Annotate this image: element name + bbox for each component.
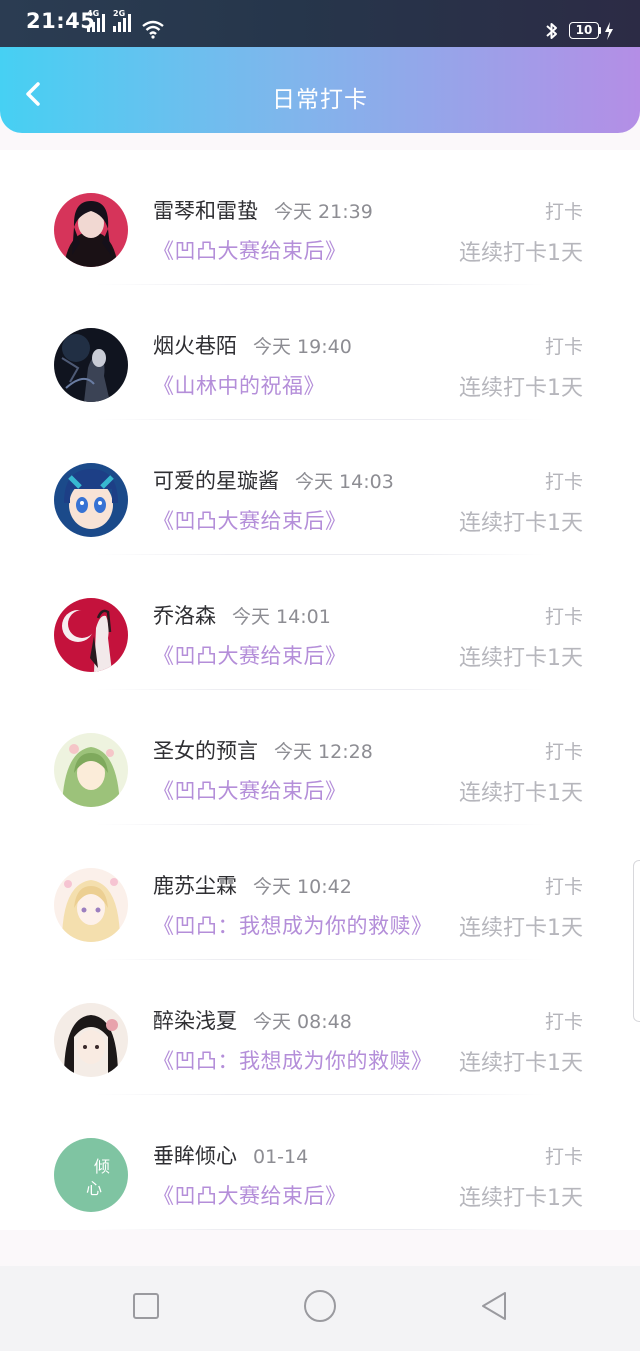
page-title: 日常打卡: [272, 87, 368, 113]
checkin-time: 今天 19:40: [253, 336, 352, 358]
battery-icon: 10: [569, 22, 599, 39]
user-name-text[interactable]: 烟火巷陌: [153, 334, 237, 358]
user-name[interactable]: 醉染浅夏 今天 08:48: [153, 1005, 352, 1035]
avatar[interactable]: [54, 733, 128, 807]
avatar[interactable]: 倾 心: [54, 1138, 128, 1212]
app-header: 日常打卡: [0, 47, 640, 133]
avatar-calligraphy: 心: [86, 1179, 102, 1198]
checkin-time: 今天 12:28: [274, 741, 373, 763]
user-name[interactable]: 圣女的预言 今天 12:28: [153, 735, 373, 765]
streak-text: 连续打卡1天: [459, 916, 583, 941]
user-name-text[interactable]: 雷琴和雷蛰: [153, 199, 258, 223]
work-title-link[interactable]: 《山林中的祝福》: [153, 370, 325, 400]
network-type-label: 2G: [113, 9, 126, 18]
back-triangle-icon[interactable]: [478, 1290, 510, 1322]
row-divider: [95, 1229, 545, 1230]
network-type-label: 4G: [87, 9, 100, 18]
recent-apps-icon[interactable]: [130, 1290, 162, 1322]
checkin-label: 打卡: [544, 201, 583, 223]
streak-text: 连续打卡1天: [459, 511, 583, 536]
work-title-link[interactable]: 《凹凸大赛给束后》: [153, 235, 347, 265]
battery-tip: [599, 27, 601, 34]
user-name-text[interactable]: 鹿苏尘霖: [153, 874, 237, 898]
checkin-row[interactable]: 可爱的星璇酱 今天 14:03 打卡 《凹凸大赛给束后》 连续打卡1天: [0, 420, 640, 555]
wifi-icon: [142, 20, 164, 39]
user-name[interactable]: 垂眸倾心 01-14: [153, 1140, 308, 1170]
edge-panel-handle[interactable]: [633, 860, 640, 1022]
battery-level: 10: [575, 23, 593, 37]
checkin-label: 打卡: [544, 1011, 583, 1033]
home-icon[interactable]: [301, 1287, 339, 1325]
avatar[interactable]: [54, 1003, 128, 1077]
work-title-link[interactable]: 《凹凸大赛给束后》: [153, 775, 347, 805]
checkin-time: 今天 10:42: [253, 876, 352, 898]
user-name-text[interactable]: 垂眸倾心: [153, 1144, 237, 1168]
streak-text: 连续打卡1天: [459, 241, 583, 266]
checkin-time: 今天 08:48: [253, 1011, 352, 1033]
streak-text: 连续打卡1天: [459, 376, 583, 401]
checkin-label: 打卡: [544, 876, 583, 898]
user-name-text[interactable]: 醉染浅夏: [153, 1009, 237, 1033]
avatar[interactable]: [54, 328, 128, 402]
checkin-row[interactable]: 倾 心 垂眸倾心 01-14 打卡 《凹凸大赛给束后》 连续打卡1天: [0, 1095, 640, 1230]
system-nav-bar: [0, 1266, 640, 1351]
checkin-label: 打卡: [544, 336, 583, 358]
avatar-calligraphy: 倾: [94, 1157, 110, 1176]
status-time: 21:45: [26, 9, 96, 33]
work-title-link[interactable]: 《凹凸大赛给束后》: [153, 1180, 347, 1210]
streak-text: 连续打卡1天: [459, 1051, 583, 1076]
work-title-link[interactable]: 《凹凸：我想成为你的救赎》: [153, 910, 433, 940]
user-name-text[interactable]: 圣女的预言: [153, 739, 258, 763]
avatar[interactable]: [54, 868, 128, 942]
checkin-time: 今天 21:39: [274, 201, 373, 223]
user-name[interactable]: 乔洛森 今天 14:01: [153, 600, 331, 630]
checkin-label: 打卡: [544, 606, 583, 628]
avatar[interactable]: [54, 463, 128, 537]
work-title-link[interactable]: 《凹凸大赛给束后》: [153, 505, 347, 535]
cellular-signal-icon: 4G: [87, 10, 105, 32]
checkin-row[interactable]: 雷琴和雷蛰 今天 21:39 打卡 《凹凸大赛给束后》 连续打卡1天: [0, 150, 640, 285]
cellular-signal-icon: 2G: [113, 10, 131, 32]
checkin-row[interactable]: 醉染浅夏 今天 08:48 打卡 《凹凸：我想成为你的救赎》 连续打卡1天: [0, 960, 640, 1095]
user-name-text[interactable]: 可爱的星璇酱: [153, 469, 279, 493]
avatar[interactable]: [54, 193, 128, 267]
user-name-text[interactable]: 乔洛森: [153, 604, 216, 628]
user-name[interactable]: 烟火巷陌 今天 19:40: [153, 330, 352, 360]
work-title-link[interactable]: 《凹凸：我想成为你的救赎》: [153, 1045, 433, 1075]
checkin-time: 今天 14:03: [295, 471, 394, 493]
checkin-label: 打卡: [544, 471, 583, 493]
avatar[interactable]: [54, 598, 128, 672]
checkin-time: 今天 14:01: [232, 606, 331, 628]
work-title-link[interactable]: 《凹凸大赛给束后》: [153, 640, 347, 670]
checkin-label: 打卡: [544, 1146, 583, 1168]
charging-icon: [605, 22, 613, 40]
checkin-row[interactable]: 圣女的预言 今天 12:28 打卡 《凹凸大赛给束后》 连续打卡1天: [0, 690, 640, 825]
status-bar: 21:45 4G 2G 10: [0, 0, 640, 48]
checkin-row[interactable]: 乔洛森 今天 14:01 打卡 《凹凸大赛给束后》 连续打卡1天: [0, 555, 640, 690]
user-name[interactable]: 鹿苏尘霖 今天 10:42: [153, 870, 352, 900]
checkin-list: 雷琴和雷蛰 今天 21:39 打卡 《凹凸大赛给束后》 连续打卡1天 烟火巷陌 今天…: [0, 150, 640, 1230]
user-name[interactable]: 可爱的星璇酱 今天 14:03: [153, 465, 394, 495]
streak-text: 连续打卡1天: [459, 781, 583, 806]
streak-text: 连续打卡1天: [459, 646, 583, 671]
checkin-label: 打卡: [544, 741, 583, 763]
checkin-time: 01-14: [253, 1146, 309, 1168]
user-name[interactable]: 雷琴和雷蛰 今天 21:39: [153, 195, 373, 225]
checkin-row[interactable]: 鹿苏尘霖 今天 10:42 打卡 《凹凸：我想成为你的救赎》 连续打卡1天: [0, 825, 640, 960]
checkin-row[interactable]: 烟火巷陌 今天 19:40 打卡 《山林中的祝福》 连续打卡1天: [0, 285, 640, 420]
streak-text: 连续打卡1天: [459, 1186, 583, 1211]
bluetooth-icon: [546, 23, 557, 39]
